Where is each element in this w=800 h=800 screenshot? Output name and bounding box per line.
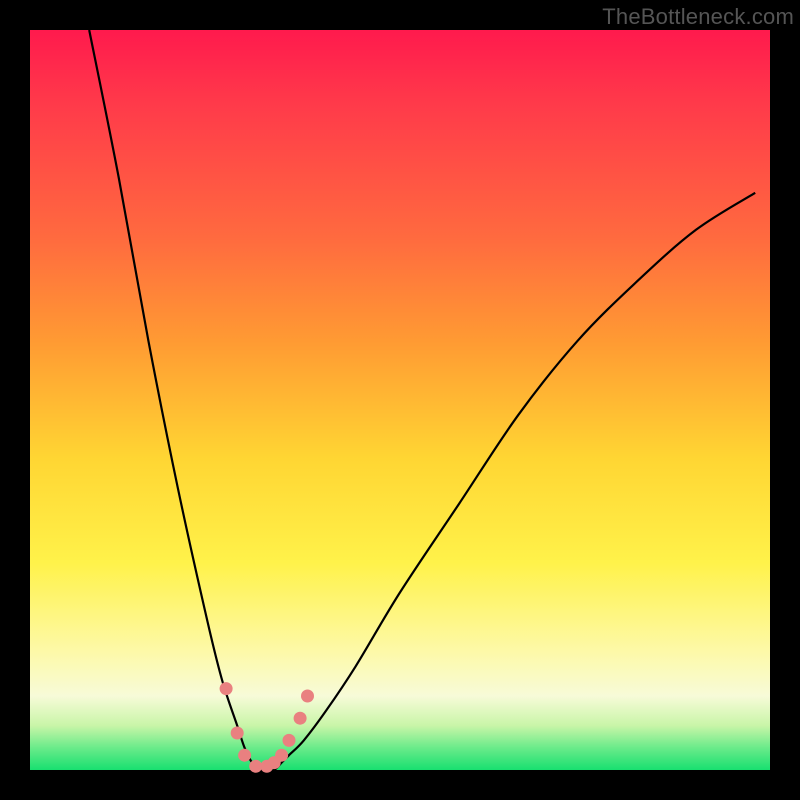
marker-dot — [283, 734, 296, 747]
outer-frame: TheBottleneck.com — [0, 0, 800, 800]
curve-svg — [30, 30, 770, 770]
marker-dot — [231, 727, 244, 740]
marker-dot — [294, 712, 307, 725]
marker-dot — [249, 760, 262, 773]
marker-dot — [220, 682, 233, 695]
curve-markers — [220, 682, 314, 773]
watermark-text: TheBottleneck.com — [602, 4, 794, 30]
marker-dot — [238, 749, 251, 762]
bottleneck-curve — [89, 30, 755, 771]
marker-dot — [275, 749, 288, 762]
marker-dot — [301, 690, 314, 703]
plot-area — [30, 30, 770, 770]
